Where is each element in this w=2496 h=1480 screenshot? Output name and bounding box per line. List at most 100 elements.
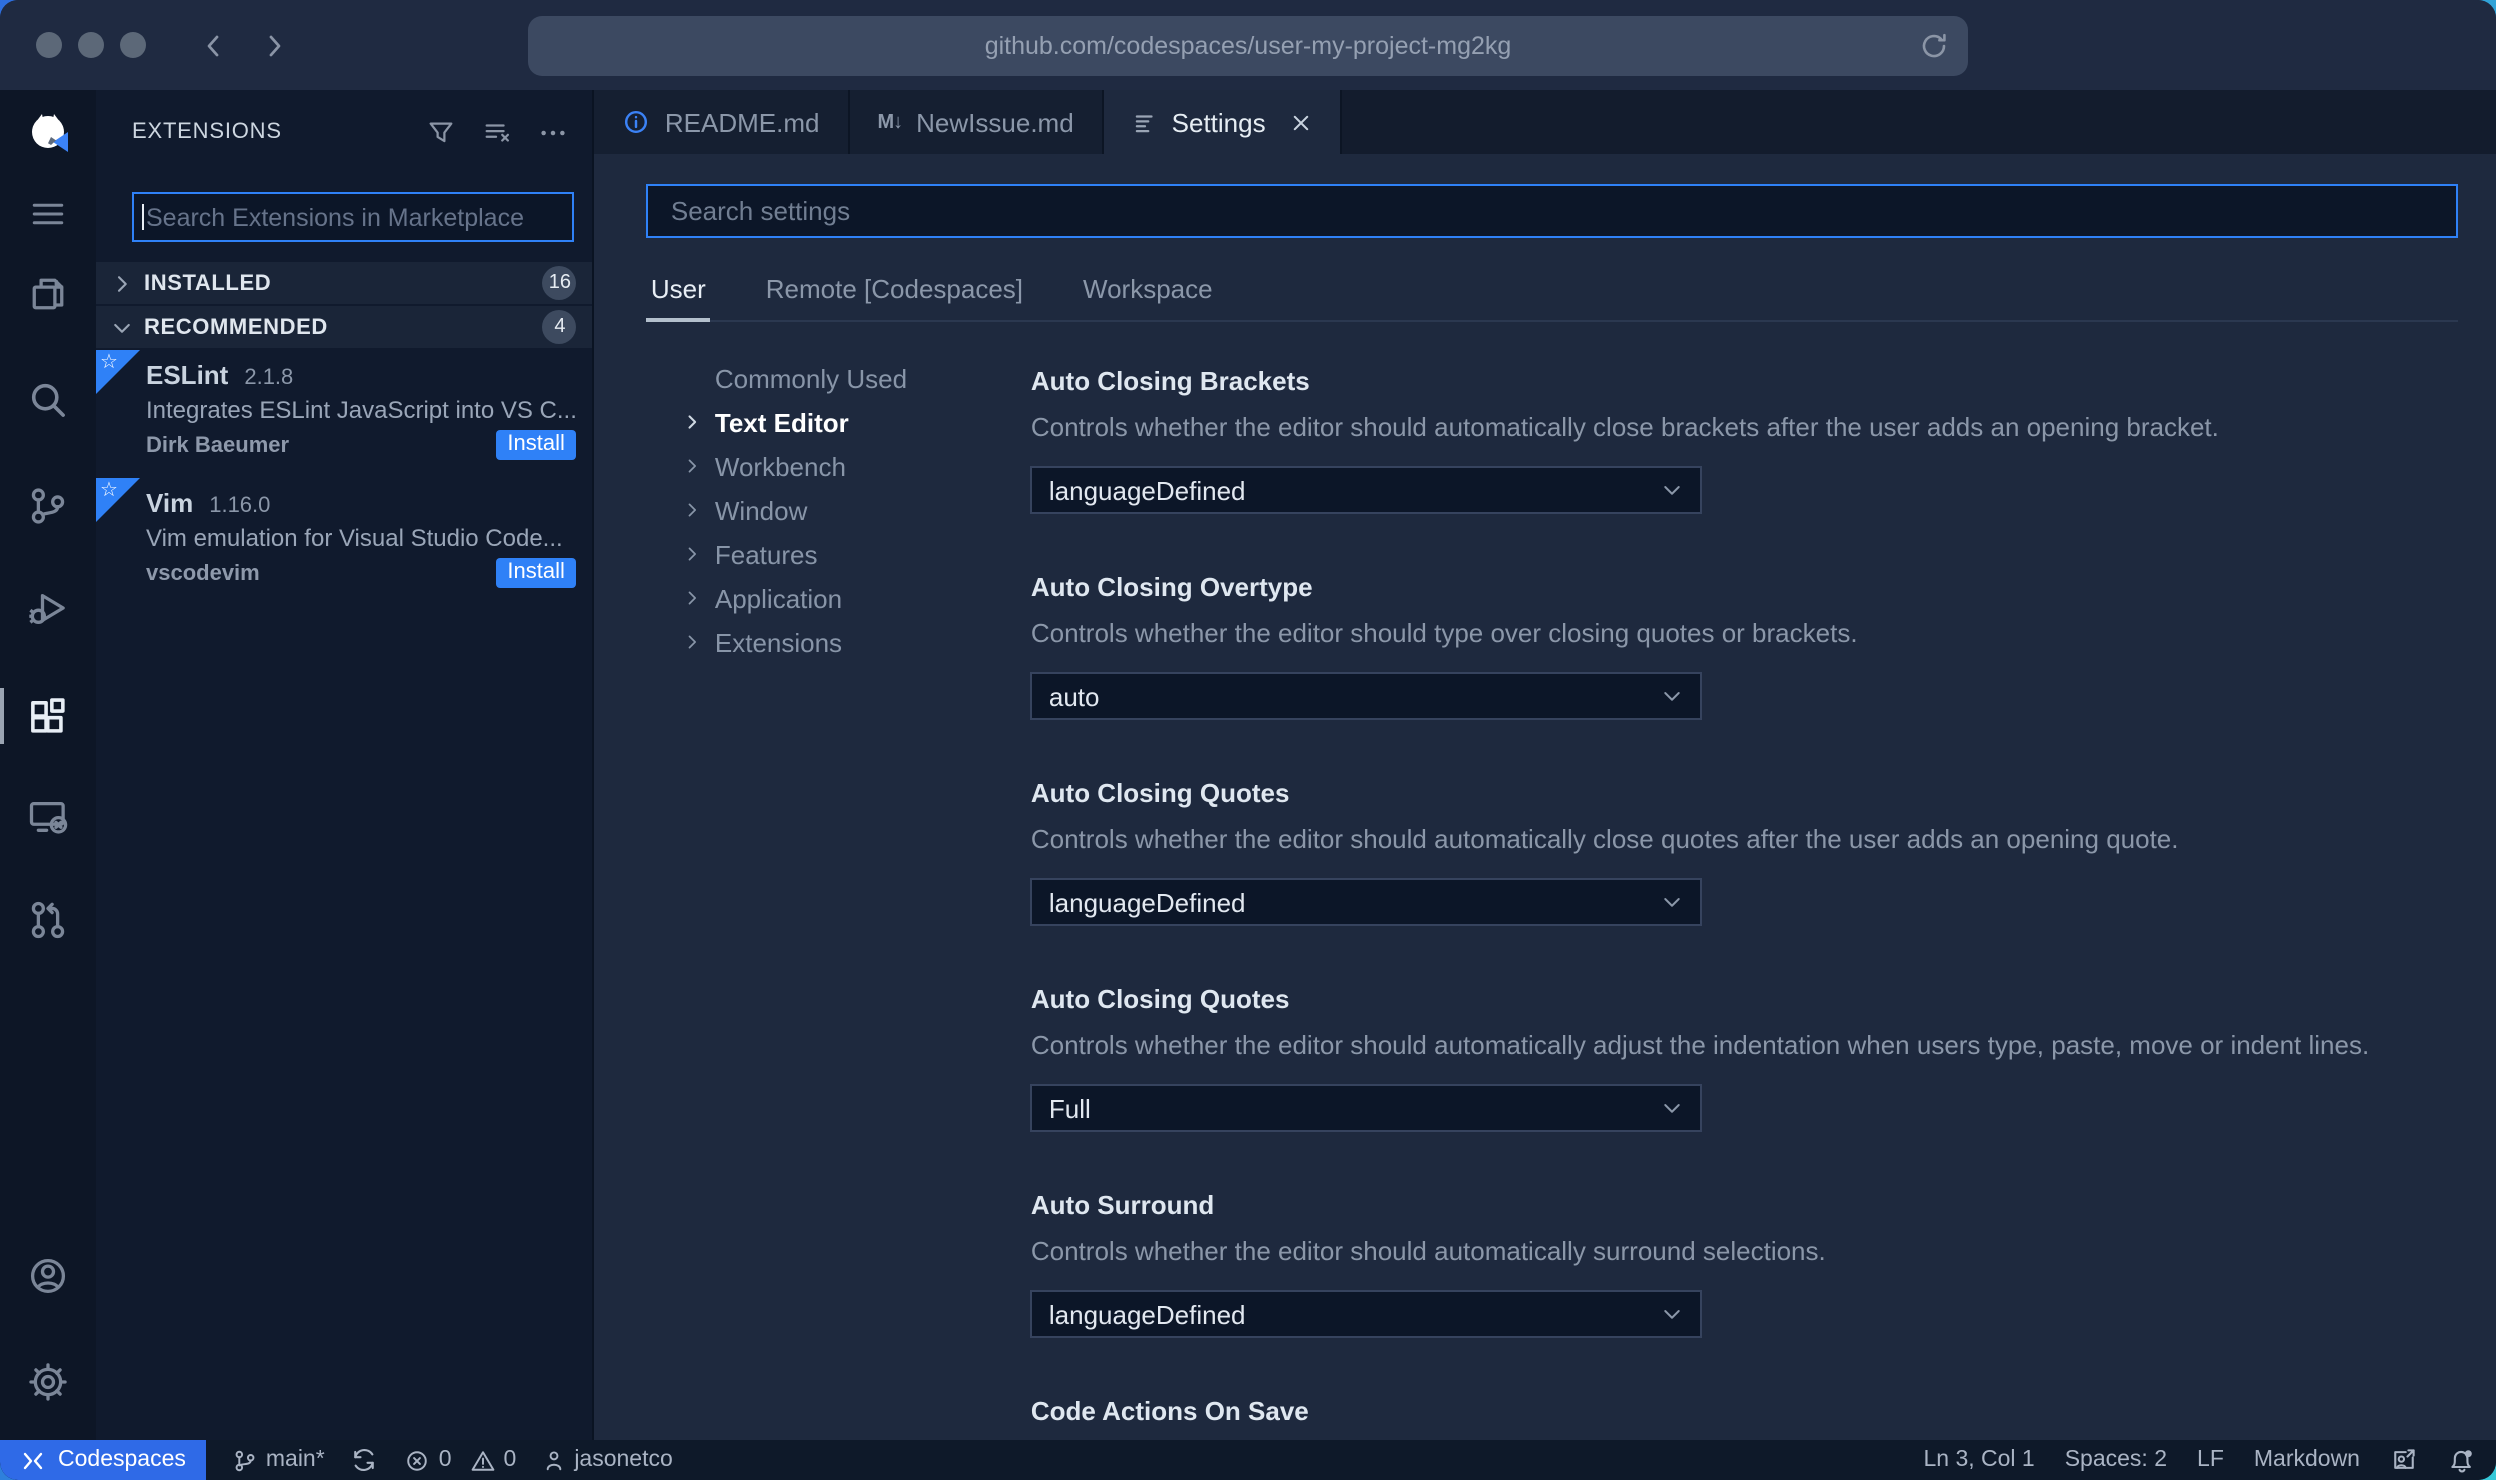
settings-search-input[interactable] <box>666 194 2438 228</box>
close-tab-button[interactable] <box>1290 111 1312 133</box>
window-maximize-button[interactable] <box>120 32 146 58</box>
forward-button[interactable] <box>258 29 290 61</box>
toc-item-features[interactable]: Features <box>647 532 1031 576</box>
section-label: INSTALLED <box>144 271 272 295</box>
notifications-button[interactable] <box>2448 1446 2476 1474</box>
line-col-button[interactable]: Ln 3, Col 1 <box>1923 1448 2034 1472</box>
menu-button[interactable] <box>24 190 72 238</box>
setting-dropdown[interactable]: languageDefined <box>1030 878 1703 926</box>
recommended-section-header[interactable]: RECOMMENDED 4 <box>96 306 593 348</box>
codespaces-remote-button[interactable]: Codespaces <box>0 1440 206 1480</box>
active-view-indicator <box>0 688 4 744</box>
sidebar-header: EXTENSIONS <box>96 90 593 162</box>
extensions-search-input[interactable] <box>146 203 565 231</box>
source-control-button[interactable] <box>24 482 72 530</box>
extensions-icon <box>31 698 65 733</box>
url-text: github.com/codespaces/user-my-project-mg… <box>984 32 1512 60</box>
language-button[interactable]: Markdown <box>2254 1448 2360 1472</box>
editor-area: README.md M↓ NewIssue.md Settings Search… <box>594 90 2496 1440</box>
toc-item-text-editor[interactable]: Text Editor <box>647 400 1031 444</box>
sync-button[interactable] <box>351 1446 379 1474</box>
branch-button[interactable]: main* <box>232 1447 325 1473</box>
toc-item-application[interactable]: Application <box>647 576 1031 620</box>
setting-dropdown[interactable]: auto <box>1030 672 1703 720</box>
section-label: RECOMMENDED <box>144 315 328 339</box>
chevron-down-icon <box>1661 478 1685 502</box>
toc-item-window[interactable]: Window <box>647 488 1031 532</box>
close-icon <box>1293 114 1308 130</box>
chevron-right-icon <box>117 275 127 291</box>
panel-title: EXTENSIONS <box>132 120 282 144</box>
reload-icon <box>1922 33 1946 58</box>
tab-settings[interactable]: Settings <box>1103 90 1342 154</box>
filter-button[interactable] <box>427 117 457 147</box>
install-button[interactable]: Install <box>495 558 577 588</box>
install-button[interactable]: Install <box>495 430 577 460</box>
tab-newissue[interactable]: M↓ NewIssue.md <box>849 90 1104 154</box>
explorer-button[interactable] <box>24 270 72 318</box>
source-control-icon <box>31 488 65 524</box>
run-debug-button[interactable] <box>24 584 72 632</box>
tab-readme[interactable]: README.md <box>594 90 850 154</box>
remote-explorer-icon <box>29 801 68 834</box>
more-actions-button[interactable] <box>539 117 569 147</box>
setting-title: Auto Closing Quotes <box>1030 778 1290 808</box>
problems-button[interactable]: 0 0 <box>405 1447 516 1473</box>
explorer-icon <box>32 278 64 310</box>
setting-entry: Auto Closing Brackets Controls whether t… <box>1030 366 2458 514</box>
setting-description: Controls whether the editor should autom… <box>1030 824 2179 854</box>
dropdown-value: languageDefined <box>1048 1299 1246 1329</box>
extension-description: Integrates ESLint JavaScript into VS C..… <box>146 396 577 424</box>
pull-request-button[interactable] <box>24 896 72 944</box>
feedback-icon <box>2394 1449 2415 1469</box>
remote-explorer-button[interactable] <box>24 792 72 840</box>
clear-list-button[interactable] <box>483 117 513 147</box>
github-codespaces-logo-icon <box>32 114 68 152</box>
search-button[interactable] <box>24 376 72 424</box>
scope-tab-workspace[interactable]: Workspace <box>1079 274 1217 320</box>
star-icon: ☆ <box>100 352 118 374</box>
codespaces-label: Codespaces <box>58 1448 186 1472</box>
info-icon <box>625 110 648 134</box>
recommended-ribbon: ☆ <box>96 350 140 394</box>
setting-dropdown[interactable]: languageDefined <box>1030 466 1703 514</box>
extension-list-item[interactable]: ☆ ESLint 2.1.8 Integrates ESLint JavaScr… <box>96 350 593 478</box>
chevron-down-icon <box>114 322 130 332</box>
user-button[interactable]: jasonetco <box>542 1447 673 1473</box>
extension-publisher: vscodevim <box>146 561 260 585</box>
reload-button[interactable] <box>1918 30 1950 62</box>
eol-button[interactable]: LF <box>2197 1448 2224 1472</box>
indent-button[interactable]: Spaces: 2 <box>2065 1448 2167 1472</box>
extensions-button[interactable] <box>24 692 72 740</box>
extension-list-item[interactable]: ☆ Vim 1.16.0 Vim emulation for Visual St… <box>96 478 593 606</box>
url-bar[interactable]: github.com/codespaces/user-my-project-mg… <box>528 16 1968 76</box>
chevron-down-icon <box>1661 890 1685 914</box>
sync-icon <box>354 1448 375 1472</box>
window-minimize-button[interactable] <box>78 32 104 58</box>
feedback-button[interactable] <box>2390 1446 2418 1474</box>
warning-icon <box>471 1450 494 1470</box>
toc-item-commonly-used[interactable]: Commonly Used <box>647 356 1031 400</box>
search-icon <box>31 383 65 417</box>
github-codespaces-logo <box>24 110 72 158</box>
installed-section-header[interactable]: INSTALLED 16 <box>96 262 593 304</box>
setting-title: Auto Closing Quotes <box>1030 984 1290 1014</box>
setting-dropdown[interactable]: Full <box>1030 1084 1703 1132</box>
text-caret <box>142 204 144 230</box>
tab-label: NewIssue.md <box>916 107 1074 137</box>
toc-item-workbench[interactable]: Workbench <box>647 444 1031 488</box>
back-icon <box>207 34 219 56</box>
window-close-button[interactable] <box>36 32 62 58</box>
back-button[interactable] <box>198 29 230 61</box>
chevron-right-icon <box>683 456 703 476</box>
account-button[interactable] <box>24 1252 72 1300</box>
activity-bar <box>0 90 96 1440</box>
chevron-right-icon <box>683 632 703 652</box>
setting-description: Controls whether the editor should autom… <box>1030 1030 2370 1060</box>
setting-dropdown[interactable]: languageDefined <box>1030 1290 1703 1338</box>
window-controls <box>36 32 146 58</box>
settings-gear-button[interactable] <box>24 1358 72 1406</box>
scope-tab-user[interactable]: User <box>646 274 710 322</box>
scope-tab-remote[interactable]: Remote [Codespaces] <box>762 274 1027 320</box>
toc-item-extensions[interactable]: Extensions <box>647 620 1031 664</box>
